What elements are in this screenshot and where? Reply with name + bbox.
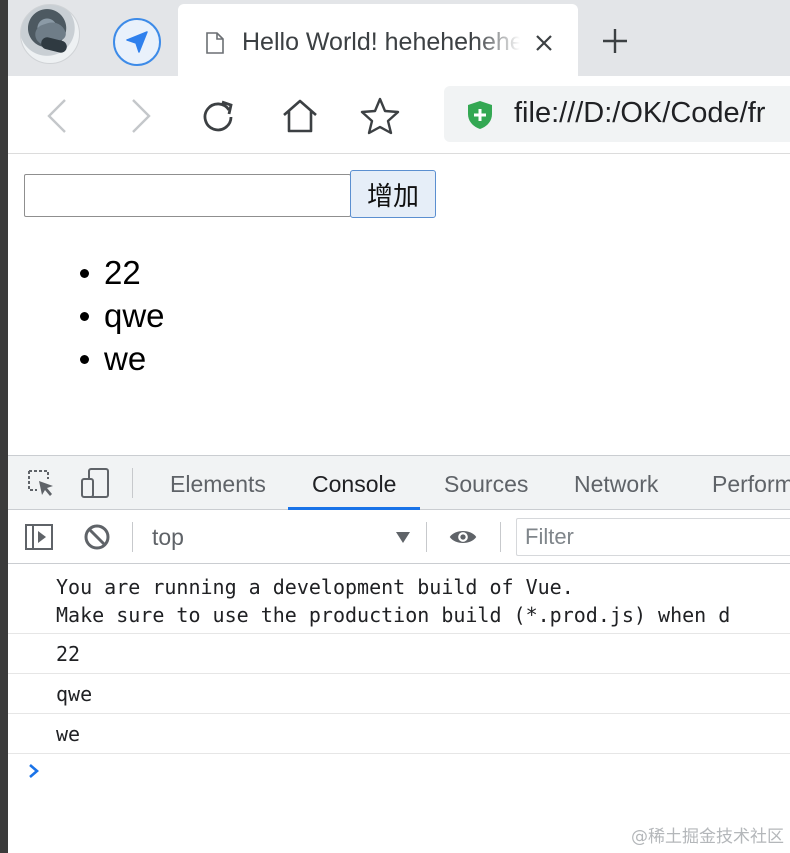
page-content: 增加 22 qwe we — [8, 155, 790, 455]
tab-title: Hello World! heheheheheheh — [242, 28, 520, 56]
filter-input[interactable] — [517, 519, 790, 555]
bullet-icon — [80, 269, 89, 278]
list-item-text: qwe — [104, 297, 165, 334]
tab-performance[interactable]: Perform — [712, 471, 790, 498]
filter-field[interactable] — [516, 518, 790, 556]
console-message: You are running a development build of V… — [8, 565, 790, 634]
forward-icon[interactable] — [120, 96, 160, 136]
chevron-down-icon[interactable] — [396, 532, 410, 543]
console-log: qwe — [8, 674, 790, 714]
close-icon[interactable] — [534, 32, 554, 54]
sidebar-toggle-icon[interactable] — [24, 522, 54, 552]
toolbar-divider — [132, 468, 133, 498]
message-line: Make sure to use the production build (*… — [56, 603, 731, 627]
console-log: we — [8, 714, 790, 754]
device-toolbar-icon[interactable] — [80, 468, 110, 498]
bullet-icon — [80, 312, 89, 321]
list-item: we — [80, 337, 165, 380]
tab-network[interactable]: Network — [574, 471, 658, 498]
send-icon[interactable] — [113, 18, 161, 66]
browser-toolbar: file:///D:/OK/Code/fr — [8, 76, 790, 154]
reload-icon[interactable] — [198, 96, 238, 136]
bullet-icon — [80, 355, 89, 364]
back-icon[interactable] — [38, 96, 78, 136]
address-url: file:///D:/OK/Code/fr — [514, 97, 766, 129]
toolbar-divider — [500, 522, 501, 552]
page-icon — [206, 32, 224, 54]
tab-elements[interactable]: Elements — [170, 471, 266, 498]
home-icon[interactable] — [280, 96, 320, 136]
shield-icon — [468, 101, 492, 129]
context-select[interactable]: top — [152, 524, 184, 551]
list-item-text: we — [104, 340, 147, 377]
console-toolbar: top — [8, 510, 790, 564]
plus-icon[interactable] — [600, 26, 630, 56]
list-item: qwe — [80, 294, 165, 337]
eye-icon[interactable] — [448, 522, 478, 552]
devtools-panel: Elements Console Sources Network Perform… — [8, 455, 790, 853]
tab-bar: Hello World! heheheheheheh — [8, 0, 790, 76]
tab-sources[interactable]: Sources — [444, 471, 528, 498]
inspect-element-icon[interactable] — [26, 468, 56, 498]
list-item-text: 22 — [104, 254, 141, 291]
watermark: @稀土掘金技术社区 — [631, 827, 784, 847]
clear-console-icon[interactable] — [82, 522, 112, 552]
message-line: You are running a development build of V… — [56, 575, 574, 599]
console-messages: You are running a development build of V… — [8, 565, 790, 754]
avatar[interactable] — [20, 4, 80, 64]
todo-list: 22 qwe we — [80, 251, 165, 380]
console-log: 22 — [8, 634, 790, 674]
address-bar[interactable]: file:///D:/OK/Code/fr — [444, 86, 790, 142]
todo-input[interactable] — [24, 174, 351, 217]
window-edge — [0, 0, 8, 853]
devtools-tab-bar: Elements Console Sources Network Perform — [8, 456, 790, 510]
toolbar-divider — [426, 522, 427, 552]
console-prompt-icon[interactable] — [26, 761, 42, 781]
tab-console[interactable]: Console — [312, 471, 396, 498]
add-button[interactable]: 增加 — [350, 170, 436, 218]
toolbar-divider — [132, 522, 133, 552]
browser-tab[interactable]: Hello World! heheheheheheh — [178, 4, 578, 76]
list-item: 22 — [80, 251, 165, 294]
star-icon[interactable] — [360, 96, 400, 136]
